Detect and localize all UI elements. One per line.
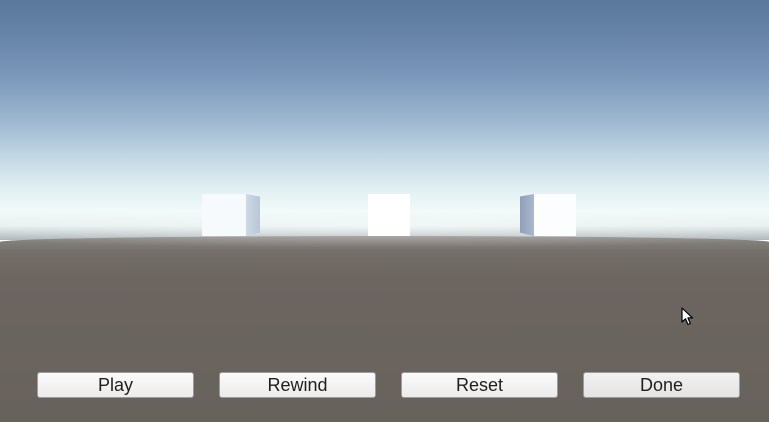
cube-left (202, 194, 260, 236)
cube-left-front-face (202, 194, 246, 236)
reset-button[interactable]: Reset (401, 372, 558, 398)
cube-right-front-face (534, 194, 576, 236)
mouse-pointer-icon (681, 307, 694, 326)
rewind-button[interactable]: Rewind (219, 372, 376, 398)
cube-left-side-face (246, 194, 260, 236)
done-button[interactable]: Done (583, 372, 740, 398)
cube-center-front-face (368, 194, 410, 236)
cube-right-side-face (520, 194, 534, 236)
game-viewport[interactable]: Play Rewind Reset Done (0, 0, 769, 422)
play-button[interactable]: Play (37, 372, 194, 398)
cube-center (368, 194, 410, 236)
cube-right (520, 194, 576, 236)
